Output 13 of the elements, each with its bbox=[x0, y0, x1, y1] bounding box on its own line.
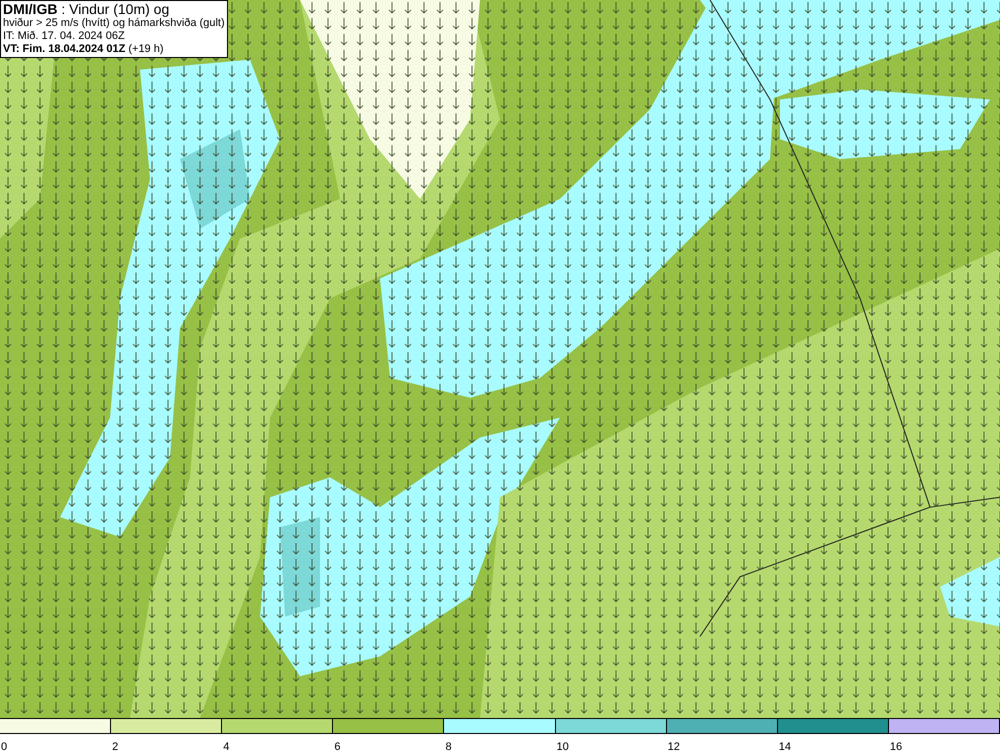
legend-label: 2 bbox=[111, 741, 118, 753]
info-line: IT: Mið. 17. 04. 2024 06Z bbox=[3, 30, 126, 43]
legend-label: 4 bbox=[222, 741, 230, 753]
legend-label: 6 bbox=[333, 741, 340, 753]
info-line: hviður > 25 m/s (hvítt) og hámarkshviða (gult) bbox=[3, 17, 225, 30]
legend-label: 8 bbox=[444, 741, 452, 753]
legend-label: 12 bbox=[666, 741, 680, 753]
info-line: VT: Fim. 18.04.2024 01Z (+19 h) bbox=[3, 43, 165, 56]
legend-label: 10 bbox=[556, 741, 569, 753]
legend-label: 14 bbox=[778, 741, 792, 753]
map-title: DMI/IGB : Vindur (10m) og bbox=[3, 2, 170, 17]
legend-label: 0 bbox=[0, 741, 8, 753]
legend-label: 16 bbox=[888, 741, 902, 753]
